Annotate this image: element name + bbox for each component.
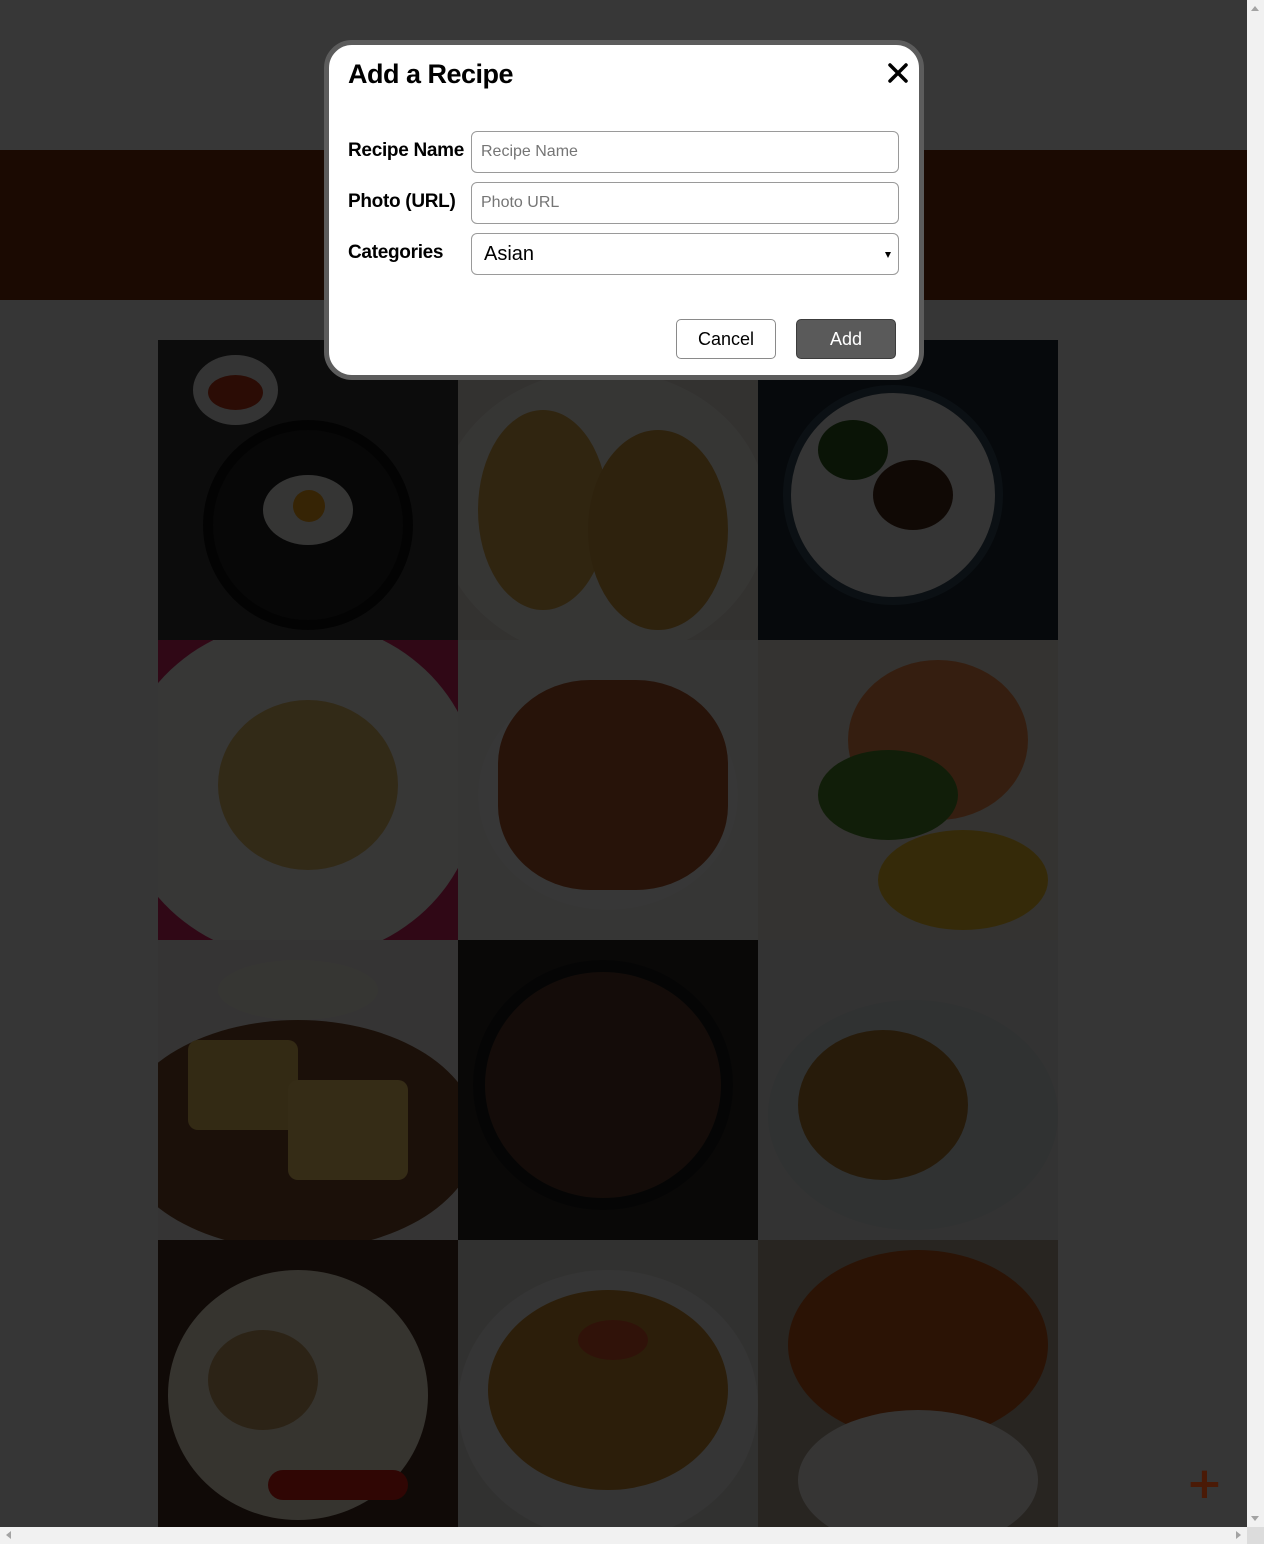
add-recipe-fab[interactable]: + xyxy=(1186,1462,1223,1506)
recipe-name-input[interactable] xyxy=(471,131,899,173)
scroll-right-arrow-icon[interactable] xyxy=(1236,1531,1241,1539)
scroll-left-arrow-icon[interactable] xyxy=(6,1531,11,1539)
categories-label: Categories xyxy=(348,242,444,263)
add-recipe-modal: Add a Recipe Recipe Name Photo (URL) Cat… xyxy=(324,40,924,380)
scrollbar-corner xyxy=(1247,1527,1264,1544)
scroll-down-arrow-icon[interactable] xyxy=(1251,1516,1259,1521)
photo-url-label: Photo (URL) xyxy=(348,191,456,212)
plus-icon: + xyxy=(1186,1458,1223,1509)
modal-title: Add a Recipe xyxy=(348,59,514,89)
horizontal-scrollbar[interactable] xyxy=(0,1527,1247,1544)
photo-url-row: Photo (URL) xyxy=(348,182,900,224)
add-button[interactable]: Add xyxy=(796,319,896,359)
scroll-up-arrow-icon[interactable] xyxy=(1251,6,1259,11)
photo-url-input[interactable] xyxy=(471,182,899,224)
close-icon xyxy=(888,63,908,83)
categories-select[interactable]: Asian xyxy=(471,233,899,275)
close-button[interactable] xyxy=(884,59,912,87)
cancel-button[interactable]: Cancel xyxy=(676,319,776,359)
recipe-name-row: Recipe Name xyxy=(348,131,900,173)
categories-selected-value: Asian xyxy=(484,243,535,265)
vertical-scrollbar[interactable] xyxy=(1247,0,1264,1527)
chevron-down-icon xyxy=(885,252,891,258)
recipe-name-label: Recipe Name xyxy=(348,140,465,161)
categories-row: Categories Asian xyxy=(348,233,900,275)
